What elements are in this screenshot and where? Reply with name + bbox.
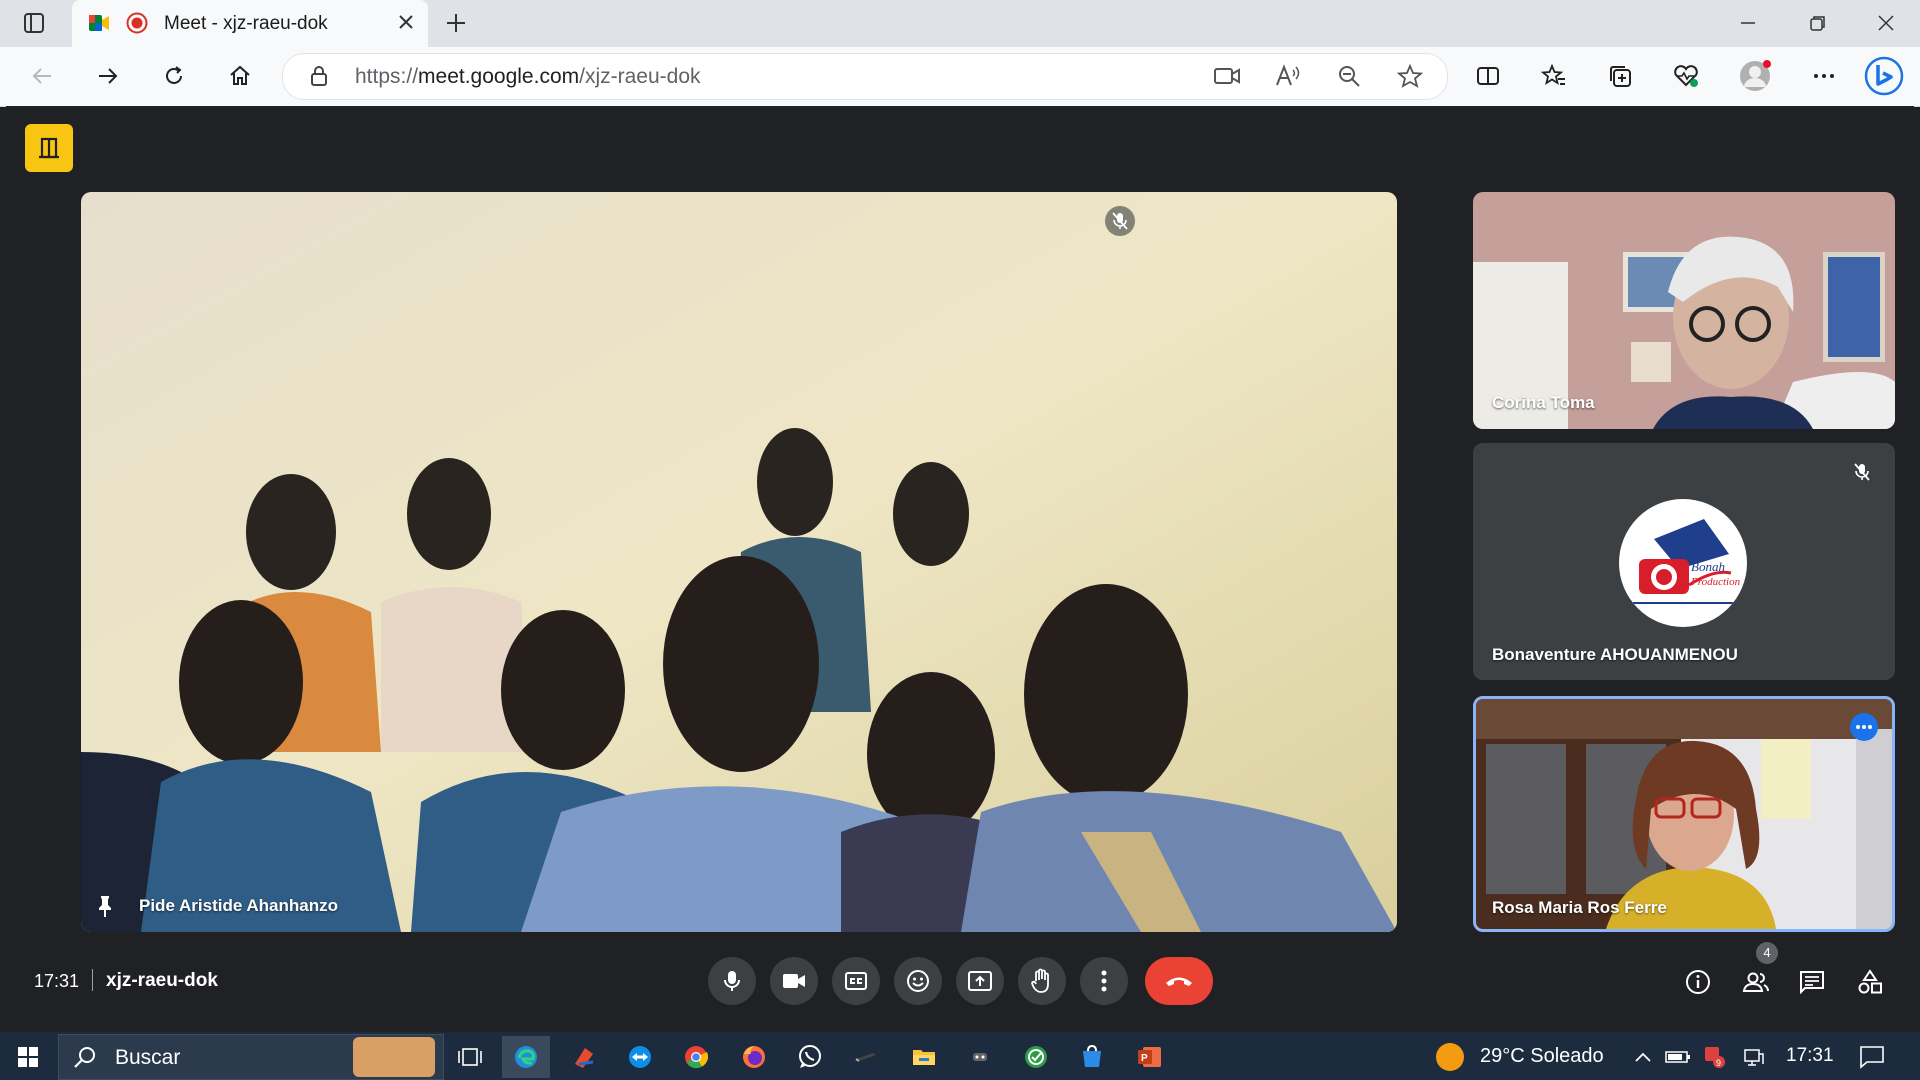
camera-button[interactable] [770,957,818,1005]
avatar-logo-line-1: Bonah [1691,559,1725,574]
taskbar-store-icon[interactable] [1068,1036,1116,1078]
tab-actions-icon[interactable] [14,3,54,43]
split-screen-icon[interactable] [1468,56,1508,96]
taskbar-edge-icon[interactable] [502,1036,550,1078]
settings-more-icon[interactable] [1804,56,1844,96]
weather-text[interactable]: 29°C Soleado [1480,1045,1604,1068]
more-options-button[interactable] [1080,957,1128,1005]
companion-mode-icon[interactable] [25,124,73,172]
taskbar-misc-app-icon[interactable] [956,1036,1004,1078]
taskbar-file-explorer-icon[interactable] [900,1036,948,1078]
main-participant-name: Pide Aristide Ahanhanzo [139,896,338,915]
meeting-code: xjz-raeu-dok [106,970,218,991]
recording-icon [126,12,148,34]
avatar-logo-line-2: Production [1690,576,1741,588]
minimize-icon[interactable] [1728,3,1768,43]
search-icon [73,1045,97,1069]
taskbar-search-box[interactable]: Buscar [58,1034,444,1080]
main-video-tile[interactable]: Pide Aristide Ahanhanzo [81,192,1397,932]
read-aloud-icon[interactable] [1275,64,1301,88]
main-muted-mic-icon [1105,206,1135,236]
participant-tile-3[interactable]: Rosa Maria Ros Ferre [1473,696,1895,932]
emoji-button[interactable] [894,957,942,1005]
battery-icon[interactable] [1660,1036,1696,1078]
captions-button[interactable] [832,957,880,1005]
camera-in-use-icon[interactable] [1213,65,1241,87]
taskbar-chrome-icon[interactable] [672,1036,720,1078]
participant-2-avatar: Bonah Production [1619,499,1747,627]
taskbar-pen-app-icon[interactable] [842,1036,890,1078]
collections-icon[interactable] [1600,56,1640,96]
participant-tile-1[interactable]: Corina Toma [1473,192,1895,429]
forward-icon[interactable] [88,56,128,96]
people-icon[interactable] [1734,960,1778,1004]
lock-icon[interactable] [309,65,329,87]
chat-icon[interactable] [1790,960,1834,1004]
new-tab-icon[interactable] [436,3,476,43]
raise-hand-button[interactable] [1018,957,1066,1005]
browser-tab-active[interactable]: Meet - xjz-raeu-dok [72,0,428,47]
participant-name-3: Rosa Maria Ros Ferre [1492,898,1667,917]
participant-count-badge: 4 [1756,942,1778,964]
restore-icon[interactable] [1798,3,1838,43]
zoom-out-icon[interactable] [1337,64,1361,88]
svg-text:P: P [1141,1053,1148,1064]
divider [92,969,93,991]
participant-tile-2[interactable]: Bonah Production Bonaventure AHOUANMENOU [1473,443,1895,680]
close-window-icon[interactable] [1866,3,1906,43]
participant-name-1: Corina Toma [1492,393,1595,412]
taskbar-app-anydesk-icon[interactable] [560,1036,608,1078]
microphone-button[interactable] [708,957,756,1005]
meeting-time: 17:31 [34,971,80,991]
search-highlight-image [353,1037,435,1077]
browser-essentials-icon[interactable] [1666,56,1706,96]
back-icon[interactable] [22,56,62,96]
show-hidden-icons-icon[interactable] [1626,1036,1660,1078]
favorite-star-icon[interactable] [1397,64,1423,88]
notifications-center-icon[interactable] [1848,1036,1896,1078]
url-text: https://meet.google.com/xjz-raeu-dok [355,65,701,88]
weather-sun-icon[interactable] [1436,1043,1464,1071]
notification-badge: 9 [1716,1058,1721,1068]
participant-2-muted-mic-icon [1847,457,1877,487]
pin-icon[interactable] [95,894,115,918]
search-placeholder: Buscar [115,1046,181,1069]
present-button[interactable] [956,957,1004,1005]
taskbar-clock[interactable]: 17:31 [1786,1045,1834,1067]
close-tab-icon[interactable] [396,12,416,32]
participant-options-icon[interactable] [1850,713,1878,741]
home-icon[interactable] [220,56,260,96]
meet-favicon-icon [88,13,110,33]
bing-copilot-icon[interactable] [1864,56,1904,96]
task-view-icon[interactable] [446,1036,494,1078]
activities-icon[interactable] [1848,960,1892,1004]
notification-app-icon[interactable]: 9 [1696,1036,1732,1078]
participant-name-2: Bonaventure AHOUANMENOU [1492,645,1738,664]
taskbar-powerpoint-icon[interactable]: P [1126,1036,1174,1078]
profile-avatar-icon[interactable] [1735,56,1775,96]
network-icon[interactable] [1736,1036,1772,1078]
taskbar-teamviewer-icon[interactable] [616,1036,664,1078]
taskbar-whatsapp-icon[interactable] [786,1036,834,1078]
meeting-info-icon[interactable] [1676,960,1720,1004]
taskbar-firefox-icon[interactable] [730,1036,778,1078]
reload-icon[interactable] [154,56,194,96]
start-windows-icon[interactable] [4,1036,52,1078]
end-call-button[interactable] [1145,957,1213,1005]
tab-title: Meet - xjz-raeu-dok [164,13,328,34]
address-bar[interactable]: https://meet.google.com/xjz-raeu-dok [282,53,1448,100]
favorites-icon[interactable] [1534,56,1574,96]
taskbar-green-app-icon[interactable] [1012,1036,1060,1078]
